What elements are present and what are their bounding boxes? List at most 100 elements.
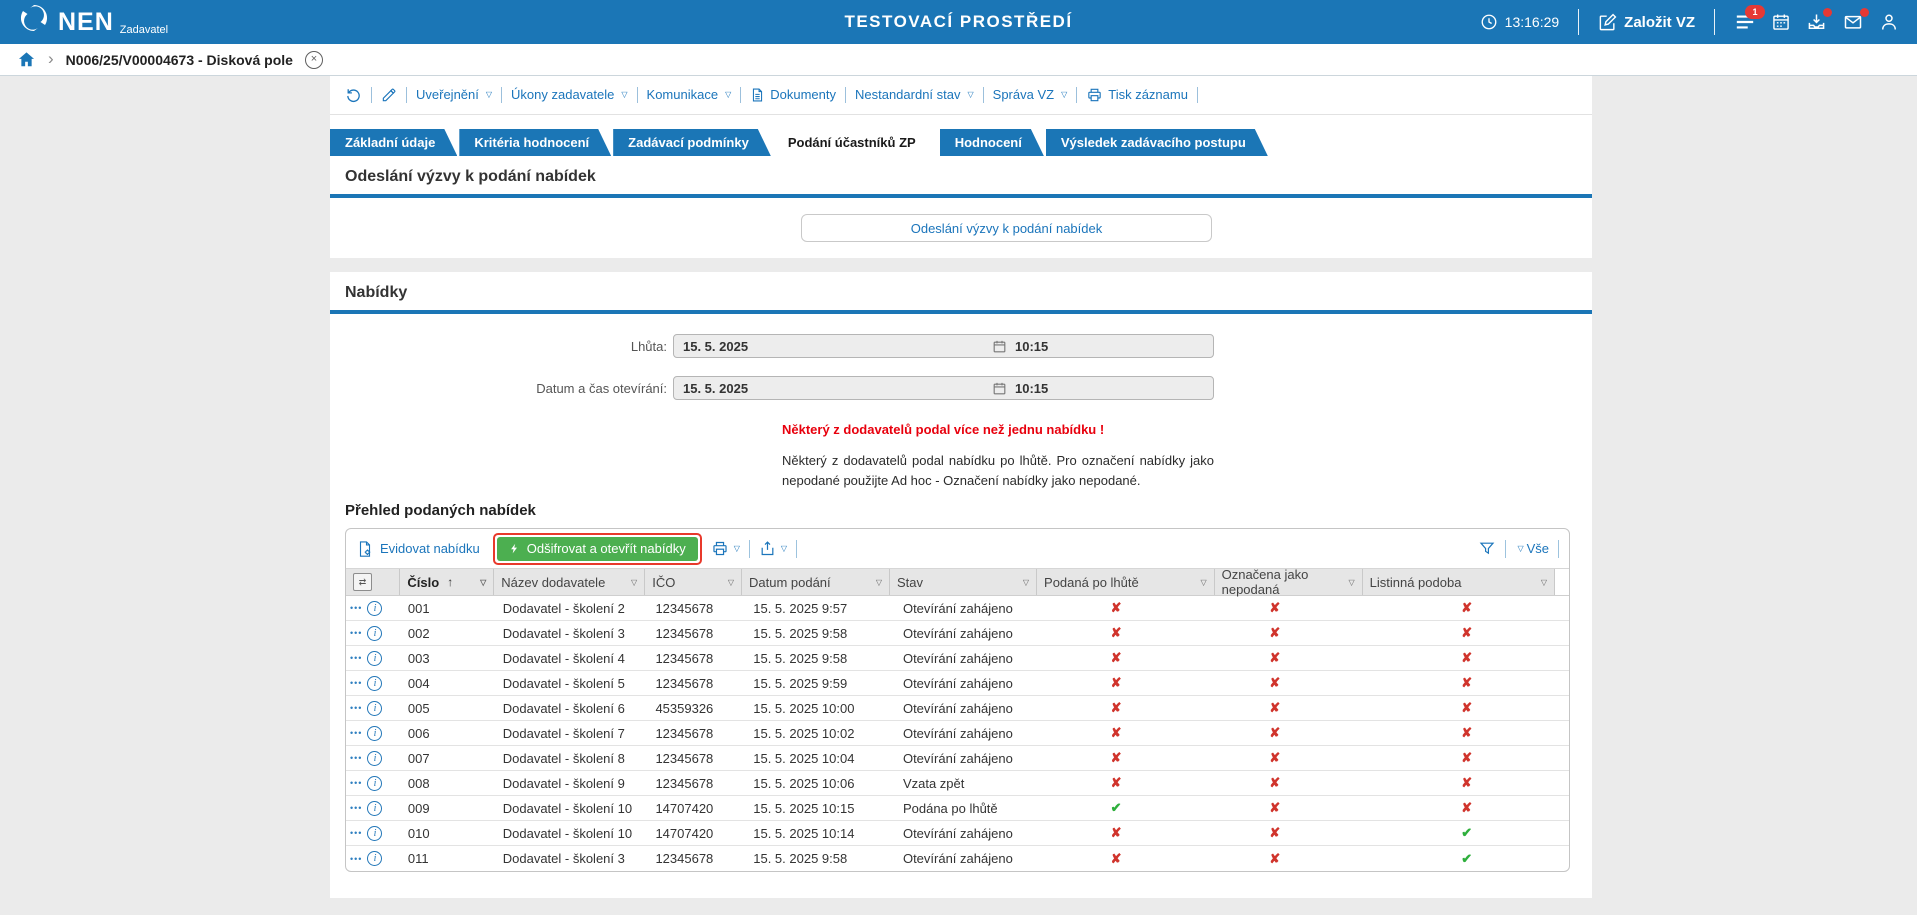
table-row[interactable]: ••• i 006 Dodavatel - školení 7 12345678… (346, 721, 1569, 746)
info-icon[interactable]: i (367, 851, 382, 866)
column-header-ico[interactable]: IČO▽ (645, 569, 742, 595)
close-record-icon[interactable]: × (305, 51, 323, 69)
divider (1076, 87, 1077, 103)
cell-ico: 45359326 (648, 701, 746, 716)
column-header-nazev[interactable]: Název dodavatele▽ (494, 569, 645, 595)
column-header-listinna[interactable]: Listinná podoba▽ (1363, 569, 1555, 595)
row-menu-icon[interactable]: ••• (350, 803, 362, 813)
table-row[interactable]: ••• i 007 Dodavatel - školení 8 12345678… (346, 746, 1569, 771)
cell-cislo: 011 (401, 851, 496, 866)
odeslani-vyzvy-button[interactable]: Odeslání výzvy k podání nabídek (801, 214, 1212, 242)
print-record-button[interactable]: Tisk záznamu (1086, 87, 1188, 103)
row-menu-icon[interactable]: ••• (350, 678, 362, 688)
info-icon[interactable]: i (367, 676, 382, 691)
row-menu-icon[interactable]: ••• (350, 628, 362, 638)
info-icon[interactable]: i (367, 726, 382, 741)
column-header-po-lhute[interactable]: Podaná po lhůtě▽ (1037, 569, 1215, 595)
table-row[interactable]: ••• i 008 Dodavatel - školení 9 12345678… (346, 771, 1569, 796)
row-menu-icon[interactable]: ••• (350, 728, 362, 738)
evidovat-nabidku-button[interactable]: Evidovat nabídku (356, 540, 480, 558)
calendar-button[interactable] (1771, 12, 1791, 32)
menu-uverejneni[interactable]: Uveřejnění▽ (416, 87, 492, 102)
row-menu-icon[interactable]: ••• (350, 828, 362, 838)
calendar-small-icon[interactable] (992, 381, 1007, 396)
filter-funnel-icon[interactable] (1478, 540, 1496, 557)
chevron-right-icon: › (48, 49, 54, 69)
menu-nestandardni-stav[interactable]: Nestandardní stav▽ (855, 87, 974, 102)
info-icon[interactable]: i (367, 776, 382, 791)
filter-icon[interactable]: ▽ (1348, 578, 1354, 587)
menu-sprava-vz[interactable]: Správa VZ▽ (993, 87, 1068, 102)
calendar-small-icon[interactable] (992, 339, 1007, 354)
profile-button[interactable] (1879, 12, 1899, 32)
table-row[interactable]: ••• i 003 Dodavatel - školení 4 12345678… (346, 646, 1569, 671)
cell-podana-po-lhute: ✘ (1045, 851, 1225, 867)
cell-podana-po-lhute: ✘ (1045, 750, 1225, 766)
row-menu-icon[interactable]: ••• (350, 753, 362, 763)
info-icon[interactable]: i (367, 826, 382, 841)
filter-icon[interactable]: ▽ (631, 578, 637, 587)
column-header-datum[interactable]: Datum podání▽ (742, 569, 890, 595)
tab-hodnoceni[interactable]: Hodnocení (940, 129, 1044, 156)
view-selector[interactable]: ▽ Vše (1515, 541, 1549, 556)
menu-ukony-zadavatele[interactable]: Úkony zadavatele▽ (511, 87, 628, 102)
menu-button[interactable]: 1 (1734, 12, 1756, 32)
info-icon[interactable]: i (367, 601, 382, 616)
cell-listinna-podoba: ✘ (1374, 725, 1569, 741)
column-header-filler (1555, 569, 1569, 595)
filter-icon[interactable]: ▽ (728, 578, 734, 587)
table-row[interactable]: ••• i 010 Dodavatel - školení 10 1470742… (346, 821, 1569, 846)
column-header-stav[interactable]: Stav▽ (890, 569, 1037, 595)
table-row[interactable]: ••• i 002 Dodavatel - školení 3 12345678… (346, 621, 1569, 646)
filter-icon[interactable]: ▽ (480, 578, 486, 587)
filter-icon[interactable]: ▽ (1023, 578, 1029, 587)
home-icon[interactable] (17, 50, 36, 69)
messages-badge-dot (1860, 8, 1869, 17)
tab-podani-ucastniku[interactable]: Podání účastníků ZP (773, 129, 938, 156)
filter-icon[interactable]: ▽ (1200, 578, 1206, 587)
row-menu-icon[interactable]: ••• (350, 603, 362, 613)
edit-record-button[interactable] (381, 87, 397, 103)
row-menu-icon[interactable]: ••• (350, 778, 362, 788)
decrypt-open-bids-button[interactable]: Odšifrovat a otevřít nabídky (497, 537, 698, 561)
inbox-button[interactable] (1806, 12, 1827, 32)
export-button[interactable]: ▽ (759, 540, 787, 557)
tab-zadavaci-podminky[interactable]: Zadávací podmínky (613, 129, 771, 156)
filter-icon[interactable]: ▽ (876, 578, 882, 587)
table-row[interactable]: ••• i 004 Dodavatel - školení 5 12345678… (346, 671, 1569, 696)
messages-button[interactable] (1842, 12, 1864, 32)
lhuta-datetime-input[interactable]: 15. 5. 2025 10:15 (673, 334, 1214, 358)
filter-icon[interactable]: ▽ (1541, 578, 1547, 587)
info-icon[interactable]: i (367, 801, 382, 816)
tab-zakladni-udaje[interactable]: Základní údaje (330, 129, 457, 156)
table-row[interactable]: ••• i 009 Dodavatel - školení 10 1470742… (346, 796, 1569, 821)
cell-oznacena-nepodana: ✘ (1224, 825, 1374, 841)
row-menu-icon[interactable]: ••• (350, 653, 362, 663)
cell-nazev-dodavatele: Dodavatel - školení 10 (496, 826, 649, 841)
info-icon[interactable]: i (367, 651, 382, 666)
print-table-button[interactable]: ▽ (711, 540, 740, 557)
tab-vysledek[interactable]: Výsledek zadávacího postupu (1046, 129, 1268, 156)
printer-icon (1086, 87, 1103, 103)
menu-dokumenty[interactable]: Dokumenty (750, 87, 836, 103)
otevirani-datetime-input[interactable]: 15. 5. 2025 10:15 (673, 376, 1214, 400)
menu-komunikace[interactable]: Komunikace▽ (647, 87, 732, 102)
page: NEN Zadavatel TESTOVACÍ PROSTŘEDÍ 13:16:… (0, 0, 1917, 915)
refresh-button[interactable] (345, 86, 362, 103)
table-row[interactable]: ••• i 011 Dodavatel - školení 3 12345678… (346, 846, 1569, 871)
info-icon[interactable]: i (367, 626, 382, 641)
create-vz-button[interactable]: Založit VZ (1598, 13, 1695, 32)
status-mark: ✘ (1461, 650, 1472, 665)
info-icon[interactable]: i (367, 751, 382, 766)
cell-oznacena-nepodana: ✘ (1224, 775, 1374, 791)
table-row[interactable]: ••• i 005 Dodavatel - školení 6 45359326… (346, 696, 1569, 721)
column-header-nepodana[interactable]: Označena jako nepodaná▽ (1215, 569, 1363, 595)
row-menu-icon[interactable]: ••• (350, 854, 362, 864)
info-icon[interactable]: i (367, 701, 382, 716)
column-settings-header[interactable]: ⇄ (346, 569, 400, 595)
table-row[interactable]: ••• i 001 Dodavatel - školení 2 12345678… (346, 596, 1569, 621)
row-menu-icon[interactable]: ••• (350, 703, 362, 713)
tab-kriteria-hodnoceni[interactable]: Kritéria hodnocení (459, 129, 611, 156)
field-label: Datum a čas otevírání: (330, 381, 673, 396)
column-header-cislo[interactable]: Číslo↑▽ (400, 569, 494, 595)
